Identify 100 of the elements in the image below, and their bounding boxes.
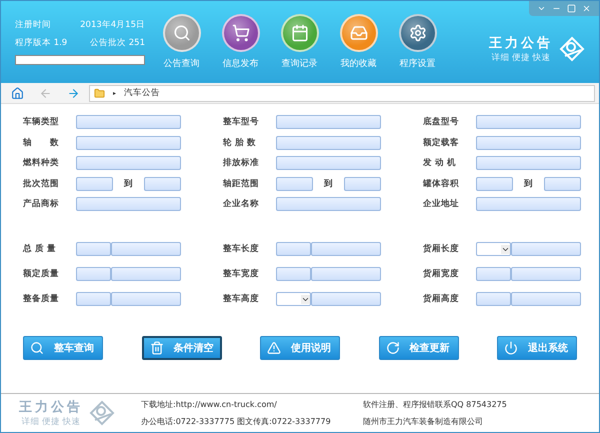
input-field[interactable] xyxy=(311,292,381,306)
footer-text: 随州市王力汽车装备制造有限公司 xyxy=(363,416,484,427)
dropdown-icon[interactable] xyxy=(537,4,546,13)
field-label: 整备质量 xyxy=(23,293,60,305)
input-field[interactable] xyxy=(476,197,581,212)
info-label: 程序版本 1.9 xyxy=(15,37,68,49)
input-field[interactable] xyxy=(144,176,181,191)
field-label: 整车长度 xyxy=(223,243,260,255)
toolbar-button[interactable]: 信息发布 xyxy=(218,14,263,70)
input-field[interactable] xyxy=(76,176,113,191)
brand-name: 王力公告 xyxy=(19,398,83,416)
input-field[interactable] xyxy=(476,176,513,191)
input-field[interactable] xyxy=(311,242,381,256)
field-label: 企业名称 xyxy=(223,198,260,210)
input-field[interactable] xyxy=(311,267,381,281)
action-button[interactable]: 整车查询 xyxy=(23,336,103,360)
range-separator: 到 xyxy=(522,178,534,190)
toolbar-button[interactable]: 我的收藏 xyxy=(336,14,381,70)
input-field[interactable] xyxy=(476,136,581,150)
back-arrow-icon[interactable] xyxy=(38,86,52,100)
action-button[interactable]: 退出系统 xyxy=(497,336,577,360)
field-label: 车辆类型 xyxy=(23,116,60,128)
brand-slogan: 详细 便捷 快速 xyxy=(491,52,551,64)
folder-icon xyxy=(94,88,105,98)
trash-icon xyxy=(150,340,164,354)
input-field[interactable] xyxy=(476,292,511,306)
field-label: 总 质 量 xyxy=(23,243,57,255)
input-field[interactable] xyxy=(511,292,581,306)
brand-slogan: 详细 便捷 快速 xyxy=(21,416,81,428)
field-label: 底盘型号 xyxy=(423,116,460,128)
dropdown[interactable] xyxy=(476,242,511,256)
cart-icon xyxy=(222,14,260,52)
toolbar-button[interactable]: 查询记录 xyxy=(277,14,322,70)
field-label: 货厢宽度 xyxy=(423,268,460,280)
field-label: 发 动 机 xyxy=(423,157,457,170)
input-field[interactable] xyxy=(76,136,181,150)
input-field[interactable] xyxy=(111,292,181,306)
input-field[interactable] xyxy=(76,292,111,306)
input-field[interactable] xyxy=(276,197,381,212)
field-label: 轴距范围 xyxy=(223,178,260,190)
refresh-icon xyxy=(386,340,400,354)
field-label: 产品商标 xyxy=(23,198,60,210)
field-label: 企业地址 xyxy=(423,198,460,210)
input-field[interactable] xyxy=(76,115,181,130)
forward-arrow-icon[interactable] xyxy=(66,86,80,100)
input-field[interactable] xyxy=(511,242,581,256)
search-icon xyxy=(30,340,44,354)
footer-text: 办公电话:0722-3337775 图文传真:0722-3337779 xyxy=(141,416,332,427)
input-field[interactable] xyxy=(276,267,311,281)
input-field[interactable] xyxy=(276,176,313,191)
footer-text: 下载地址:http://www.cn-truck.com/ xyxy=(141,399,278,410)
field-label: 排放标准 xyxy=(223,157,260,170)
input-field[interactable] xyxy=(76,197,181,212)
input-field[interactable] xyxy=(476,115,581,130)
input-field[interactable] xyxy=(344,176,381,191)
toolbar-button[interactable]: 程序设置 xyxy=(395,14,440,70)
field-label: 货厢高度 xyxy=(423,293,460,305)
field-label: 额定载客 xyxy=(423,136,460,149)
power-icon xyxy=(504,340,518,354)
field-label: 货厢长度 xyxy=(423,243,460,255)
brand-name: 王力公告 xyxy=(489,34,553,52)
input-field[interactable] xyxy=(476,267,511,281)
magnifier-icon xyxy=(162,14,200,52)
input-field[interactable] xyxy=(111,267,181,281)
inbox-icon xyxy=(340,14,378,52)
input-field[interactable] xyxy=(511,267,581,281)
action-button[interactable]: 检查更新 xyxy=(378,336,458,360)
path-text: 汽车公告 xyxy=(124,87,160,99)
field-label: 罐体容积 xyxy=(423,178,460,190)
field-label: 整车高度 xyxy=(223,293,260,305)
calendar-icon xyxy=(280,14,318,52)
field-label: 整车型号 xyxy=(223,116,260,128)
dropdown[interactable] xyxy=(276,292,311,306)
input-field[interactable] xyxy=(276,115,381,130)
input-field[interactable] xyxy=(476,156,581,170)
logo-icon xyxy=(89,400,115,426)
caret-icon xyxy=(301,294,310,304)
input-field[interactable] xyxy=(544,176,581,191)
field-label: 额定质量 xyxy=(23,268,60,280)
input-field[interactable] xyxy=(111,242,181,256)
footer-text: 软件注册、程序报错联系QQ 87543275 xyxy=(363,399,508,410)
caret-icon xyxy=(501,244,510,254)
close-icon[interactable] xyxy=(582,4,591,13)
input-field[interactable] xyxy=(76,242,111,256)
maximize-icon[interactable] xyxy=(567,4,576,13)
warning-icon xyxy=(267,340,281,354)
input-field[interactable] xyxy=(276,136,381,150)
info-label: 注册时间 xyxy=(15,19,51,31)
input-field[interactable] xyxy=(276,156,381,170)
input-field[interactable] xyxy=(76,156,181,170)
action-button[interactable]: 使用说明 xyxy=(260,336,340,360)
toolbar-button[interactable]: 公告查询 xyxy=(159,14,204,70)
action-button[interactable]: 条件清空 xyxy=(142,336,222,360)
input-field[interactable] xyxy=(276,242,311,256)
field-label: 批次范围 xyxy=(23,178,60,190)
logo-icon xyxy=(559,36,585,62)
field-label: 轮 胎 数 xyxy=(223,136,257,149)
input-field[interactable] xyxy=(76,267,111,281)
settings-icon xyxy=(398,14,436,52)
field-label: 轴 数 xyxy=(23,136,60,149)
